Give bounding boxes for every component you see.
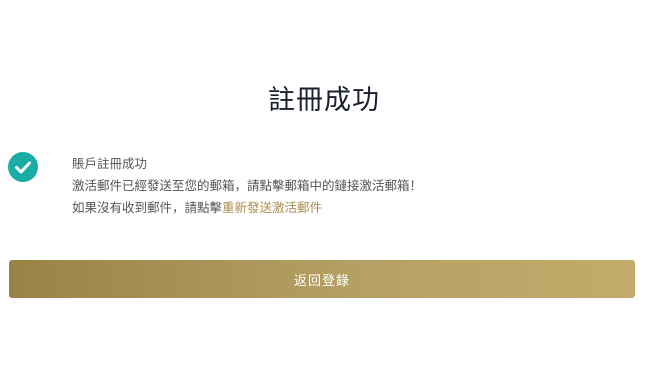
activation-info-text: 激活郵件已經發送至您的郵箱，請點擊郵箱中的鏈接激活郵箱！	[72, 178, 423, 193]
registration-success-page: 註冊成功 賬戶註冊成功 激活郵件已經發送至您的郵箱，請點擊郵箱中的鏈接激活郵箱！…	[0, 0, 648, 368]
status-heading: 賬戶註冊成功	[72, 156, 148, 171]
page-title: 註冊成功	[268, 85, 380, 116]
resend-activation-link[interactable]: 重新發送激活郵件	[222, 200, 322, 215]
check-circle-icon	[8, 152, 38, 182]
status-message: 賬戶註冊成功 激活郵件已經發送至您的郵箱，請點擊郵箱中的鏈接激活郵箱！ 如果沒有…	[72, 153, 422, 219]
resend-hint-prefix: 如果沒有收到郵件，請點擊	[72, 200, 223, 215]
back-to-login-button[interactable]: 返回登錄	[9, 260, 635, 298]
resend-hint: 如果沒有收到郵件，請點擊重新發送激活郵件	[72, 197, 422, 219]
